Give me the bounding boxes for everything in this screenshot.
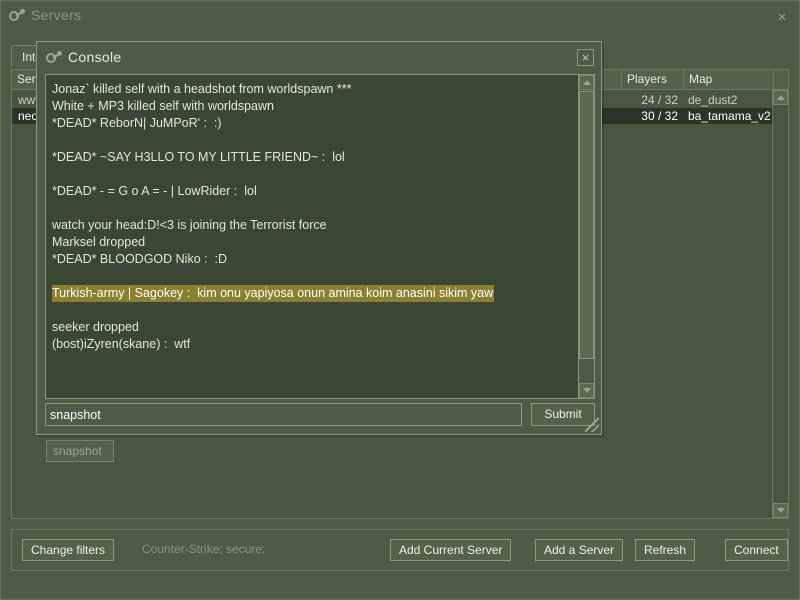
servers-titlebar: Servers × (1, 1, 799, 31)
add-a-server-button[interactable]: Add a Server (535, 539, 624, 561)
cell-players: 24 / 32 (641, 93, 678, 107)
server-list-scrollbar[interactable] (772, 90, 788, 518)
log-line: *DEAD* ReborN| JuMPoR' : :) (52, 116, 222, 130)
autocomplete-dropdown[interactable]: snapshot (46, 440, 114, 462)
cell-players: 30 / 32 (641, 109, 678, 123)
change-filters-button[interactable]: Change filters (22, 539, 115, 561)
column-header-players[interactable]: Players (622, 70, 684, 89)
log-line: Marksel dropped (52, 235, 146, 249)
log-line: Jonaz` killed self with a headshot from … (52, 82, 352, 96)
add-current-server-button[interactable]: Add Current Server (390, 539, 512, 561)
log-line: *DEAD* - = G o A = - | LowRider : lol (52, 184, 257, 198)
console-window: Console × Jonaz` killed self with a head… (36, 41, 602, 435)
connect-button[interactable]: Connect (725, 539, 788, 561)
log-line: *DEAD* ~SAY H3LLO TO MY LITTLE FRIEND~ :… (52, 150, 345, 164)
close-icon[interactable]: × (773, 9, 791, 27)
chevron-down-icon (583, 388, 591, 393)
servers-window-title: Servers (31, 7, 82, 23)
log-line: White + MP3 killed self with worldspawn (52, 99, 274, 113)
log-line-blank (52, 166, 574, 183)
chevron-down-icon (777, 508, 785, 513)
log-line-selected: Turkish-army | Sagokey : kim onu yapiyos… (52, 285, 495, 302)
log-line: seeker dropped (52, 320, 139, 334)
log-line: watch your head:D!<3 is joining the Terr… (52, 218, 327, 232)
console-log-text[interactable]: Jonaz` killed self with a headshot from … (46, 75, 578, 398)
log-line-blank (52, 302, 574, 319)
resize-grip[interactable] (585, 418, 599, 432)
log-line-blank (52, 200, 574, 217)
scroll-up-button[interactable] (579, 75, 594, 90)
chevron-up-icon (583, 80, 591, 85)
console-input-row: Submit (45, 403, 595, 427)
log-line: *DEAD* BLOODGOD Niko : :D (52, 252, 228, 266)
scroll-up-button[interactable] (773, 90, 788, 105)
console-scrollbar[interactable] (578, 75, 594, 398)
valve-steam-icon (46, 50, 62, 66)
bottom-toolbar: Change filters Counter-Strike; secure; A… (11, 529, 789, 571)
refresh-button[interactable]: Refresh (635, 539, 696, 561)
close-icon[interactable]: × (577, 49, 594, 66)
console-titlebar[interactable]: Console × (37, 42, 601, 72)
cell-map: de_dust2 (688, 93, 738, 107)
scroll-down-button[interactable] (579, 383, 594, 398)
valve-steam-icon (9, 8, 25, 24)
autocomplete-item[interactable]: snapshot (47, 441, 113, 461)
cell-map: ba_tamama_v2 (688, 109, 771, 123)
console-command-input[interactable] (45, 403, 522, 426)
console-window-title: Console (68, 49, 122, 65)
log-line-blank (52, 132, 574, 149)
console-log-panel: Jonaz` killed self with a headshot from … (45, 74, 595, 399)
scroll-down-button[interactable] (773, 503, 788, 518)
scrollbar-thumb[interactable] (579, 91, 594, 359)
filter-description: Counter-Strike; secure; (142, 542, 266, 556)
chevron-up-icon (777, 95, 785, 100)
log-line: (bost)iZyren(skane) : wtf (52, 337, 191, 351)
column-header-map[interactable]: Map (684, 70, 774, 89)
log-line-blank (52, 268, 574, 285)
